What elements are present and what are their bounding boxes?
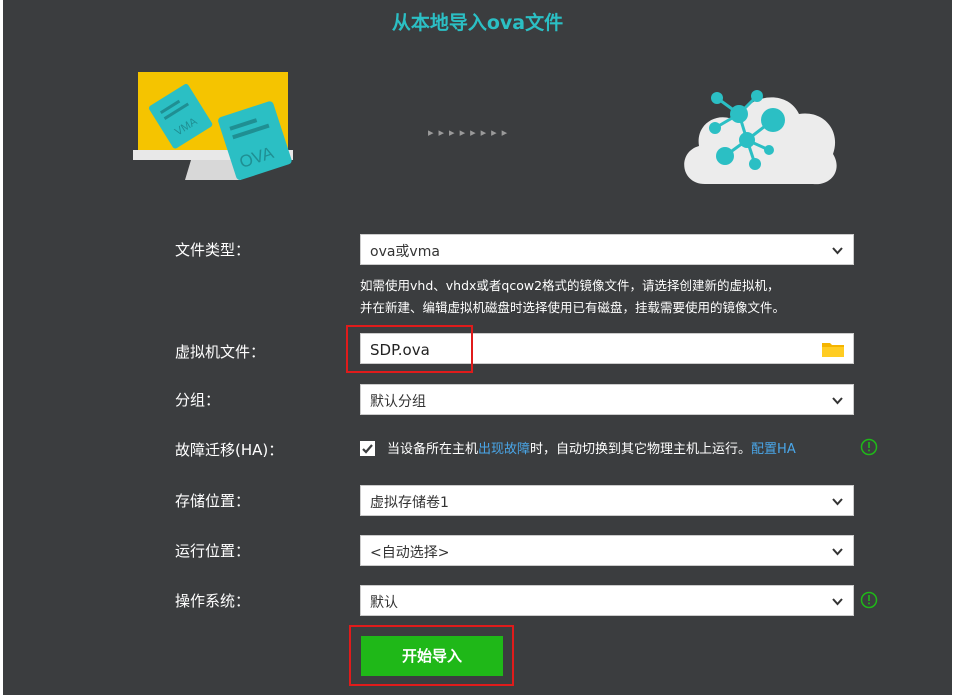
chevron-down-icon [832, 548, 843, 556]
os-label: 操作系统： [175, 592, 251, 610]
local-computer-illustration: VMA OVA [133, 72, 293, 180]
cloud-network-illustration [684, 90, 837, 185]
transfer-arrows: ▸▸▸▸▸▸▸▸ [428, 126, 513, 139]
chevron-down-icon [832, 247, 843, 255]
info-icon[interactable] [860, 591, 878, 609]
checkmark-icon [362, 444, 373, 454]
chevron-down-icon [832, 598, 843, 606]
storage-label: 存储位置： [175, 492, 251, 510]
group-label: 分组： [175, 391, 221, 409]
run-location-select[interactable]: <自动选择> [360, 535, 854, 566]
storage-value: 虚拟存储卷1 [370, 495, 449, 511]
file-type-value: ova或vma [370, 244, 440, 260]
os-value: 默认 [370, 595, 398, 611]
os-select[interactable]: 默认 [360, 585, 854, 616]
folder-icon[interactable] [821, 340, 845, 358]
info-icon[interactable] [860, 438, 878, 456]
configure-ha-link[interactable]: 配置HA [751, 442, 796, 457]
start-button-highlight [349, 625, 514, 686]
vm-file-highlight [346, 325, 473, 373]
ha-option: 当设备所在主机出现故障时，自动切换到其它物理主机上运行。配置HA [360, 438, 796, 457]
file-type-select[interactable]: ova或vma [360, 234, 854, 265]
ha-label: 故障迁移(HA)： [175, 441, 284, 459]
group-select[interactable]: 默认分组 [360, 384, 854, 415]
file-type-label: 文件类型： [175, 241, 251, 259]
chevron-down-icon [832, 498, 843, 506]
chevron-down-icon [832, 397, 843, 405]
fault-link[interactable]: 出现故障 [478, 442, 530, 457]
run-location-label: 运行位置： [175, 542, 251, 560]
ha-text-before: 当设备所在主机 [387, 442, 479, 457]
import-ova-dialog: 从本地导入ova文件 VMA OVA ▸▸▸▸▸▸▸▸ 文件类型： ova或vm… [3, 0, 952, 695]
hint-line-2: 并在新建、编辑虚拟机磁盘时选择使用已有磁盘，挂载需要使用的镜像文件。 [360, 300, 786, 315]
ha-text-after: 时，自动切换到其它物理主机上运行。 [530, 442, 752, 457]
hint-line-1: 如需使用vhd、vhdx或者qcow2格式的镜像文件，请选择创建新的虚拟机， [360, 278, 780, 293]
group-value: 默认分组 [370, 394, 426, 410]
storage-select[interactable]: 虚拟存储卷1 [360, 485, 854, 516]
ha-checkbox[interactable] [360, 441, 375, 456]
image-format-hint: 如需使用vhd、vhdx或者qcow2格式的镜像文件，请选择创建新的虚拟机， 并… [360, 275, 880, 319]
dialog-title: 从本地导入ova文件 [391, 12, 564, 34]
vm-file-label: 虚拟机文件： [175, 343, 266, 361]
run-location-value: <自动选择> [370, 545, 450, 561]
